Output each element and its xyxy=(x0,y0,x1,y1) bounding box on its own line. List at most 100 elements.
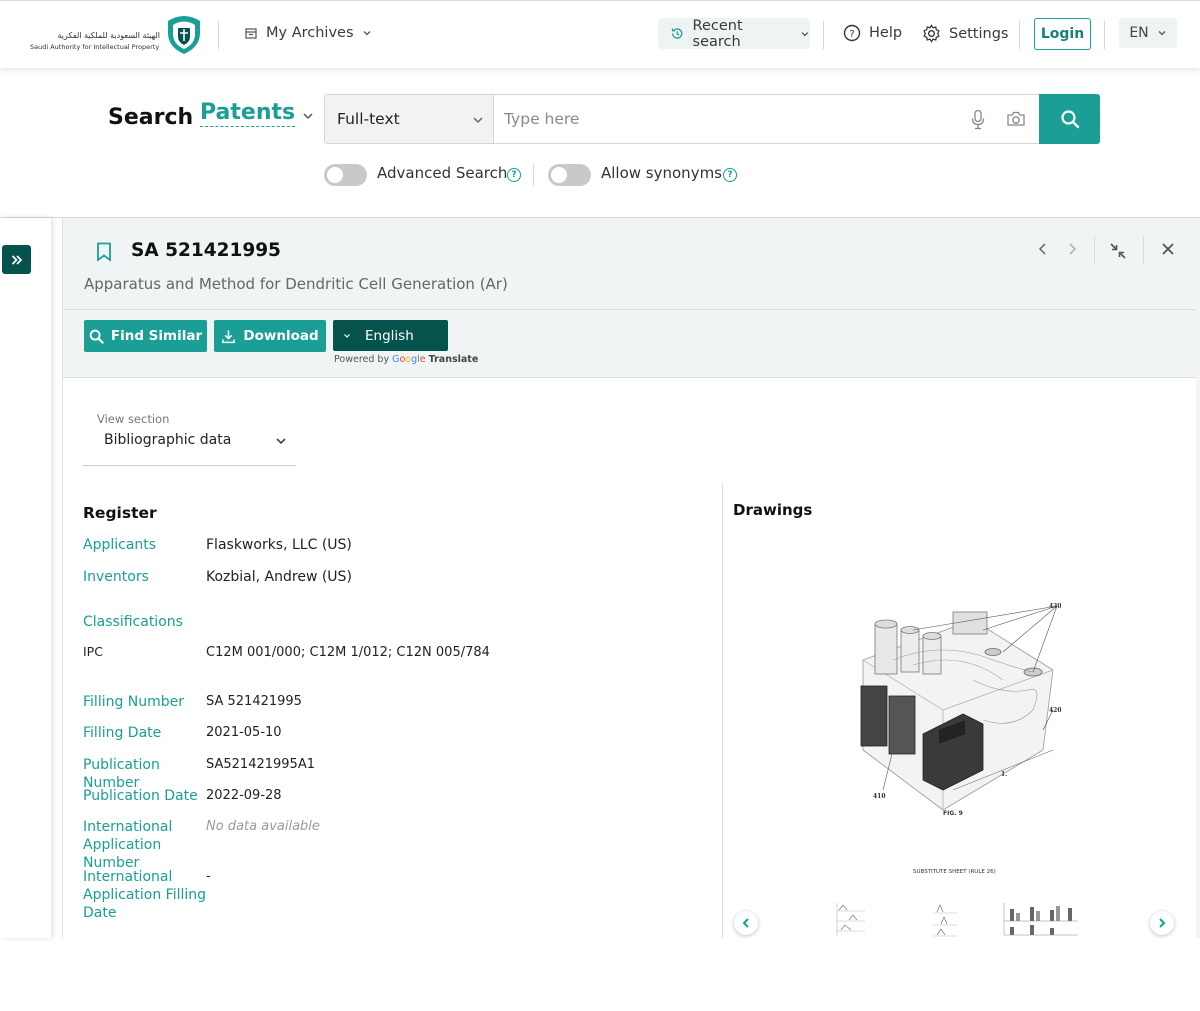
chevron-down-icon xyxy=(1158,31,1166,36)
filling-date-value: 2021-05-10 xyxy=(206,725,282,740)
reference-numeral: 420 xyxy=(1049,707,1061,714)
expand-panel-button[interactable] xyxy=(2,245,31,274)
view-section-select[interactable]: Bibliographic data xyxy=(104,432,231,448)
chevron-down-icon[interactable] xyxy=(274,434,288,448)
search-category-select[interactable]: Patents xyxy=(200,100,296,127)
bookmark-icon[interactable] xyxy=(96,242,112,262)
divider xyxy=(83,465,296,466)
chevron-down-icon[interactable] xyxy=(300,108,316,124)
help-icon[interactable]: ? xyxy=(723,168,737,182)
collapse-view-button[interactable] xyxy=(1108,241,1128,261)
ipc-label: IPC xyxy=(83,644,103,659)
svg-text:?: ? xyxy=(849,29,854,40)
login-button[interactable]: Login xyxy=(1034,18,1091,50)
find-similar-button[interactable]: Find Similar xyxy=(84,320,207,352)
search-heading: Search xyxy=(108,105,194,130)
publication-number-value: SA521421995A1 xyxy=(206,757,315,772)
translate-text: Translate xyxy=(428,354,479,365)
translate-language-select[interactable]: English xyxy=(333,320,448,351)
patent-drawing-image[interactable]: 430 420 410 1. xyxy=(853,600,1061,840)
download-button[interactable]: Download xyxy=(214,320,326,352)
reference-numeral: 430 xyxy=(1049,603,1061,610)
search-bar: Full-text xyxy=(324,94,1040,144)
chevron-down-icon xyxy=(363,31,370,36)
scrollbar[interactable] xyxy=(1196,218,1200,938)
my-archives-label: My Archives xyxy=(266,25,354,41)
divider xyxy=(1094,236,1095,264)
next-document-button[interactable] xyxy=(1062,239,1082,259)
label-line: Application Filling xyxy=(83,887,207,903)
language-selector[interactable]: EN xyxy=(1119,18,1177,48)
divider xyxy=(722,483,723,938)
document-title: Apparatus and Method for Dendritic Cell … xyxy=(84,275,508,293)
saip-logo[interactable]: الهيئة السعودية للملكية الفكرية Saudi Au… xyxy=(28,13,208,57)
drawing-thumbnail[interactable] xyxy=(929,901,961,938)
intl-application-number-label: International Application Number xyxy=(83,818,208,872)
find-similar-label: Find Similar xyxy=(110,328,203,344)
chevron-right-icon xyxy=(1159,918,1166,928)
divider xyxy=(1019,21,1020,49)
drawings-next-button[interactable] xyxy=(1150,911,1174,935)
search-input[interactable] xyxy=(495,95,945,143)
label-line: International xyxy=(83,869,173,885)
advanced-search-toggle[interactable] xyxy=(324,164,367,186)
recent-search-button[interactable]: Recent search xyxy=(658,17,810,50)
logo-english-text: Saudi Authority for Intellectual Propert… xyxy=(30,43,160,51)
inventors-value: Kozbial, Andrew (US) xyxy=(206,569,352,585)
help-icon: ? xyxy=(843,24,861,42)
divider xyxy=(1104,21,1105,49)
allow-synonyms-label: Allow synonyms xyxy=(601,164,722,182)
help-link[interactable]: ? Help xyxy=(843,24,902,42)
logo-arabic-text: الهيئة السعودية للملكية الفكرية xyxy=(57,31,161,40)
chevron-right-icon xyxy=(1069,243,1077,255)
drawing-thumbnail[interactable] xyxy=(1000,901,1080,938)
ipc-value: C12M 001/000; C12M 1/012; C12N 005/784 xyxy=(206,645,490,660)
search-submit-button[interactable] xyxy=(1039,94,1100,144)
my-archives-menu[interactable]: My Archives xyxy=(244,25,372,41)
drawings-heading: Drawings xyxy=(733,501,813,519)
view-section-label: View section xyxy=(97,412,170,426)
double-chevron-right-icon xyxy=(11,254,22,265)
applicants-label: Applicants xyxy=(83,537,157,553)
google-logo: Google xyxy=(392,354,426,365)
powered-by-text: Powered by xyxy=(334,354,390,365)
chevron-down-icon xyxy=(801,31,809,36)
download-icon xyxy=(222,329,236,343)
label-line: International xyxy=(83,819,173,835)
classifications-label: Classifications xyxy=(83,614,183,630)
drawings-prev-button[interactable] xyxy=(734,911,758,935)
top-navbar: الهيئة السعودية للملكية الفكرية Saudi Au… xyxy=(0,0,1200,68)
recent-search-label: Recent search xyxy=(692,17,743,50)
document-header: SA 521421995 Apparatus and Method for De… xyxy=(63,218,1197,378)
inventors-label: Inventors xyxy=(83,569,149,585)
translate-language-label: English xyxy=(365,327,414,344)
search-mode-select[interactable]: Full-text xyxy=(325,95,494,143)
help-icon[interactable]: ? xyxy=(507,168,521,182)
divider xyxy=(218,21,219,49)
chevron-left-icon xyxy=(742,918,749,928)
label-line: Date xyxy=(83,905,117,921)
close-icon xyxy=(1162,243,1174,255)
archive-icon xyxy=(245,28,257,39)
publication-date-label: Publication Date xyxy=(83,788,198,804)
reference-numeral: 1. xyxy=(1001,771,1007,778)
download-label: Download xyxy=(243,328,319,344)
sheet-caption: SUBSTITUTE SHEET (RULE 26) xyxy=(913,869,996,875)
history-icon xyxy=(671,28,683,39)
camera-icon[interactable] xyxy=(1006,110,1026,128)
gear-icon xyxy=(923,24,940,43)
microphone-icon[interactable] xyxy=(970,109,986,131)
filling-number-value: SA 521421995 xyxy=(206,694,302,709)
settings-link[interactable]: Settings xyxy=(922,24,1008,43)
publication-date-value: 2022-09-28 xyxy=(206,788,282,803)
previous-document-button[interactable] xyxy=(1033,239,1053,259)
applicants-value: Flaskworks, LLC (US) xyxy=(206,537,352,553)
allow-synonyms-toggle[interactable] xyxy=(548,164,591,186)
divider xyxy=(63,309,1197,310)
drawing-thumbnail[interactable] xyxy=(831,901,871,938)
document-detail-panel: SA 521421995 Apparatus and Method for De… xyxy=(62,218,1197,938)
filling-number-label: Filling Number xyxy=(83,694,185,710)
help-label: Help xyxy=(869,25,903,41)
collapse-icon xyxy=(1110,243,1126,259)
close-document-button[interactable] xyxy=(1158,239,1178,259)
